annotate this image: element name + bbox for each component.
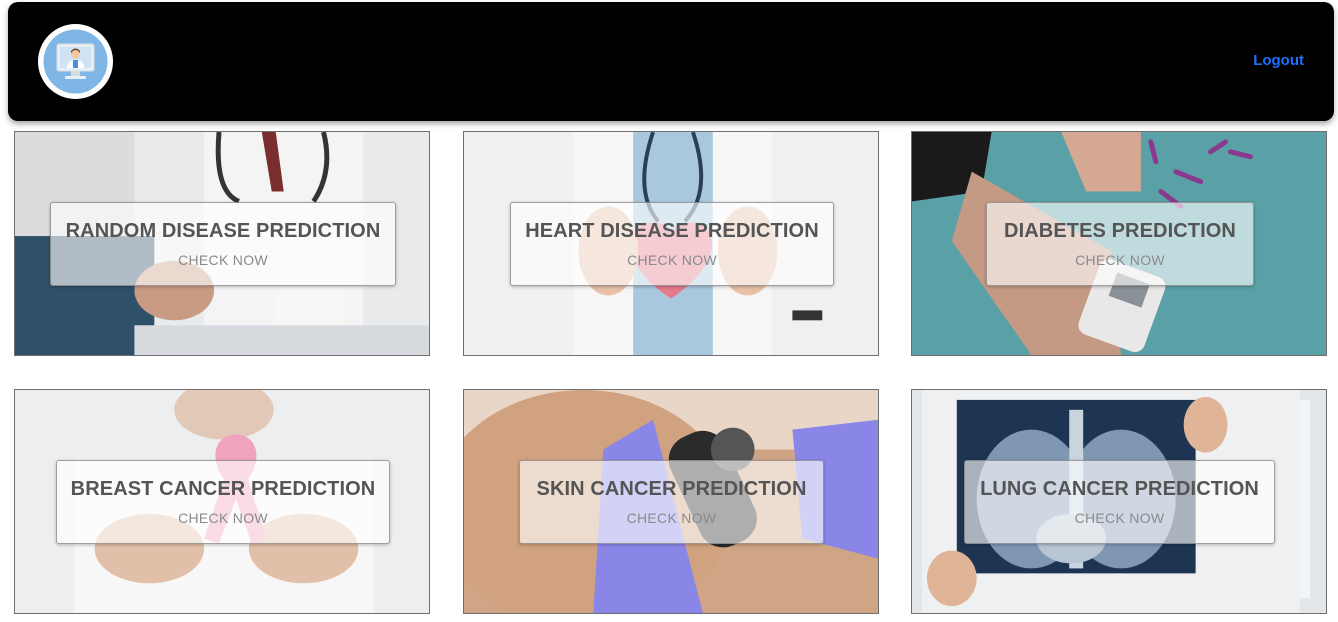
- card-label: BREAST CANCER PREDICTION CHECK NOW: [56, 460, 390, 544]
- logout-link[interactable]: Logout: [1253, 52, 1304, 69]
- card-label: HEART DISEASE PREDICTION CHECK NOW: [510, 202, 834, 286]
- check-now-button[interactable]: CHECK NOW: [627, 252, 717, 268]
- card-title: BREAST CANCER PREDICTION: [70, 478, 376, 500]
- lung-cancer-card[interactable]: LUNG CANCER PREDICTION CHECK NOW: [911, 389, 1327, 614]
- check-now-button[interactable]: CHECK NOW: [178, 510, 268, 526]
- app-logo[interactable]: [38, 24, 113, 99]
- card-label: LUNG CANCER PREDICTION CHECK NOW: [964, 460, 1275, 544]
- card-label: SKIN CANCER PREDICTION CHECK NOW: [519, 460, 824, 544]
- diabetes-card[interactable]: DIABETES PREDICTION CHECK NOW: [911, 131, 1327, 356]
- check-now-button[interactable]: CHECK NOW: [1075, 510, 1165, 526]
- check-now-button[interactable]: CHECK NOW: [627, 510, 717, 526]
- check-now-button[interactable]: CHECK NOW: [178, 252, 268, 268]
- skin-cancer-card[interactable]: SKIN CANCER PREDICTION CHECK NOW: [463, 389, 879, 614]
- breast-cancer-card[interactable]: BREAST CANCER PREDICTION CHECK NOW: [14, 389, 430, 614]
- card-title: HEART DISEASE PREDICTION: [525, 220, 819, 242]
- card-title: DIABETES PREDICTION: [1004, 220, 1236, 242]
- check-now-button[interactable]: CHECK NOW: [1075, 252, 1165, 268]
- card-title: LUNG CANCER PREDICTION: [980, 478, 1259, 500]
- doctor-monitor-icon: [38, 24, 113, 99]
- card-title: SKIN CANCER PREDICTION: [536, 478, 807, 500]
- random-disease-card[interactable]: RANDOM DISEASE PREDICTION CHECK NOW: [14, 131, 430, 356]
- navbar: Logout: [8, 2, 1334, 121]
- card-label: RANDOM DISEASE PREDICTION CHECK NOW: [50, 202, 396, 286]
- heart-disease-card[interactable]: HEART DISEASE PREDICTION CHECK NOW: [463, 131, 879, 356]
- card-title: RANDOM DISEASE PREDICTION: [65, 220, 381, 242]
- card-label: DIABETES PREDICTION CHECK NOW: [986, 202, 1254, 286]
